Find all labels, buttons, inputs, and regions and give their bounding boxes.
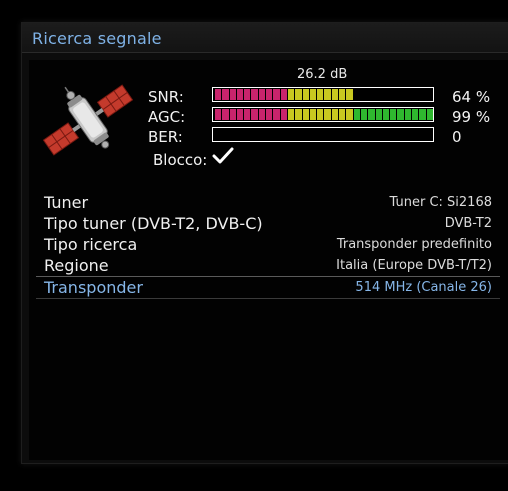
meter-segment [302, 109, 309, 120]
meter-segment [222, 89, 229, 100]
meter-segment [412, 109, 419, 120]
search-type-label: Tipo ricerca [44, 235, 138, 254]
meter-segment [360, 109, 368, 120]
meter-segment [215, 89, 222, 100]
meter-segment [346, 109, 353, 120]
title-bar: Ricerca segnale [22, 23, 508, 53]
meter-segment [397, 109, 404, 120]
meter-segment [295, 89, 302, 100]
search-type-row[interactable]: Tipo ricerca Transponder predefinito [36, 235, 500, 256]
meter-segment [426, 109, 433, 120]
meter-segment [324, 89, 331, 100]
region-row[interactable]: Regione Italia (Europe DVB-T/T2) [36, 256, 500, 277]
meter-segment [339, 89, 346, 100]
snr-label: SNR: [148, 88, 184, 106]
meter-segment [266, 89, 273, 100]
checkmark-icon [212, 147, 234, 164]
tuner-row[interactable]: Tuner Tuner C: Si2168 [36, 193, 500, 214]
meter-segment [287, 89, 295, 100]
meter-segment [390, 109, 397, 120]
meter-segment [302, 89, 309, 100]
lock-label: Blocco: [153, 151, 208, 169]
meter-segment [244, 109, 251, 120]
ber-value: 0 [452, 128, 462, 146]
transponder-value: 514 MHz (Canale 26) [355, 280, 492, 295]
meter-segment [236, 89, 244, 100]
meter-segment [244, 89, 251, 100]
meter-segment [353, 109, 360, 120]
ber-meter [212, 127, 434, 142]
snr-value: 64 % [452, 88, 491, 106]
search-type-value: Transponder predefinito [336, 237, 492, 252]
meter-segment [419, 109, 426, 120]
transponder-row[interactable]: Transponder 514 MHz (Canale 26) [36, 276, 500, 299]
meter-segment [258, 89, 266, 100]
meter-segment [368, 109, 375, 120]
meter-segment [309, 109, 317, 120]
meter-segment [236, 109, 244, 120]
meter-segment [280, 89, 287, 100]
tuner-type-label: Tipo tuner (DVB-T2, DVB-C) [44, 214, 263, 233]
meter-segment [404, 109, 412, 120]
meter-segment [375, 109, 382, 120]
agc-label: AGC: [148, 108, 186, 126]
transponder-label: Transponder [44, 278, 143, 297]
meter-segment [251, 109, 258, 120]
meter-segment [331, 89, 339, 100]
meter-segment [273, 89, 280, 100]
snr-meter [212, 87, 434, 102]
meter-segment [339, 109, 346, 120]
meter-segment [324, 109, 331, 120]
satellite-icon [42, 84, 134, 156]
tuner-type-row[interactable]: Tipo tuner (DVB-T2, DVB-C) DVB-T2 [36, 214, 500, 235]
db-reading: 26.2 dB [297, 67, 348, 82]
region-label: Regione [44, 256, 109, 275]
meter-segment [309, 89, 317, 100]
meter-segment [258, 109, 266, 120]
meter-segment [273, 109, 280, 120]
meter-segment [331, 109, 339, 120]
meter-segment [317, 109, 324, 120]
window-title: Ricerca segnale [32, 29, 162, 48]
meter-segment [229, 89, 236, 100]
meter-segment [346, 89, 353, 100]
ber-label: BER: [148, 128, 183, 146]
region-value: Italia (Europe DVB-T/T2) [336, 258, 492, 273]
agc-meter [212, 107, 434, 122]
meter-segment [295, 109, 302, 120]
meter-segment [229, 109, 236, 120]
tuner-value: Tuner C: Si2168 [389, 195, 492, 210]
meter-segment [266, 109, 273, 120]
agc-value: 99 % [452, 108, 491, 126]
meter-segment [317, 89, 324, 100]
meter-segment [215, 109, 222, 120]
tuner-type-value: DVB-T2 [444, 216, 492, 231]
meter-segment [251, 89, 258, 100]
meter-segment [222, 109, 229, 120]
meter-segment [382, 109, 390, 120]
tuner-label: Tuner [44, 193, 89, 212]
meter-segment [280, 109, 287, 120]
meter-segment [287, 109, 295, 120]
